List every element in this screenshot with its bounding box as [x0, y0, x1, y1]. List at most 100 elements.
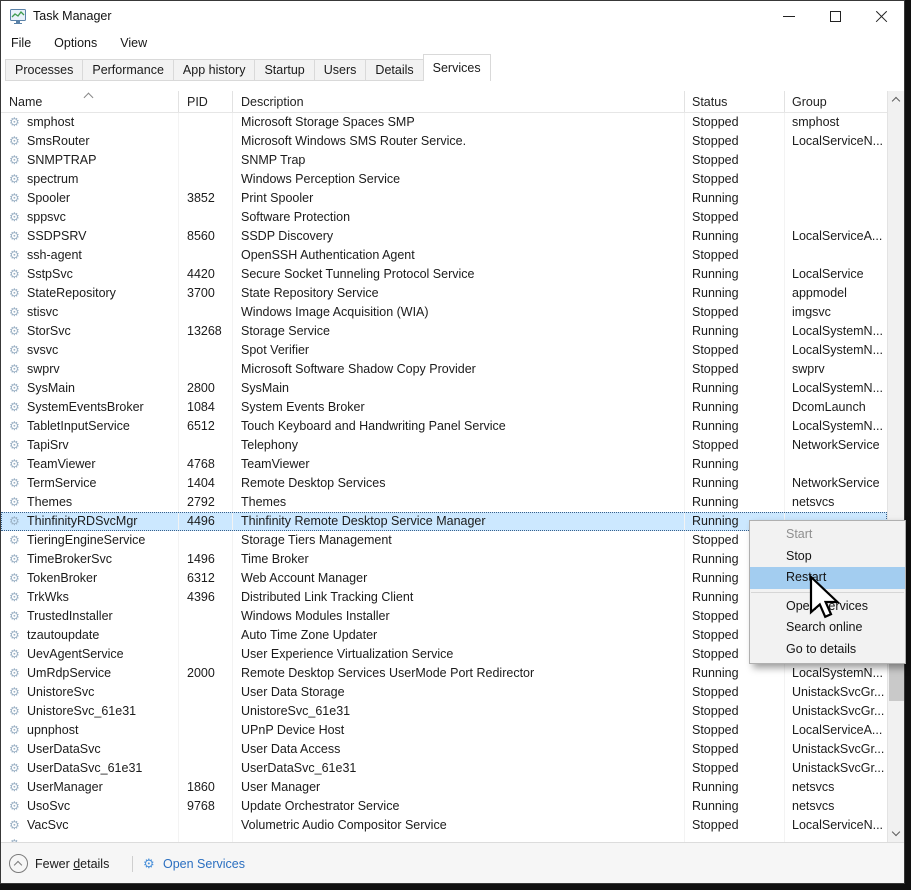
service-row-swprv[interactable]: ⚙swprvMicrosoft Software Shadow Copy Pro…: [1, 360, 887, 379]
service-gear-icon: ⚙: [9, 475, 27, 492]
service-group: netsvcs: [785, 493, 887, 512]
gear-icon: ⚙: [143, 855, 163, 872]
vertical-scrollbar[interactable]: [887, 91, 904, 842]
service-row-sstpsvc[interactable]: ⚙SstpSvc4420Secure Socket Tunneling Prot…: [1, 265, 887, 284]
service-row-userdatasvc-61e31[interactable]: ⚙UserDataSvc_61e31UserDataSvc_61e31Stopp…: [1, 759, 887, 778]
service-row-usermanager[interactable]: ⚙UserManager1860User ManagerRunningnetsv…: [1, 778, 887, 797]
fewer-details-label: Fewer details: [35, 857, 109, 871]
service-description: Web Account Manager: [233, 569, 685, 588]
mouse-cursor: [807, 575, 841, 625]
service-row-staterepository[interactable]: ⚙StateRepository3700State Repository Ser…: [1, 284, 887, 303]
service-description: UPnP Device Host: [233, 721, 685, 740]
service-row-usosvc[interactable]: ⚙UsoSvc9768Update Orchestrator ServiceRu…: [1, 797, 887, 816]
chevron-up-icon: [892, 97, 900, 105]
service-row-smphost[interactable]: ⚙smphostMicrosoft Storage Spaces SMPStop…: [1, 113, 887, 132]
column-header-description[interactable]: Description: [233, 91, 685, 112]
tab-details[interactable]: Details: [365, 59, 423, 81]
service-group: [785, 189, 887, 208]
service-name-cell: ⚙ThinfinityRDSvcMgr: [1, 512, 179, 531]
service-group: [785, 455, 887, 474]
service-group: UnistackSvcGr...: [785, 702, 887, 721]
service-row-ssdpsrv[interactable]: ⚙SSDPSRV8560SSDP DiscoveryRunningLocalSe…: [1, 227, 887, 246]
service-row-spectrum[interactable]: ⚙spectrumWindows Perception ServiceStopp…: [1, 170, 887, 189]
column-header-group[interactable]: Group: [785, 91, 887, 112]
service-pid: [179, 170, 233, 189]
service-gear-icon: ⚙: [9, 779, 27, 796]
service-name-cell: ⚙spectrum: [1, 170, 179, 189]
service-name: SNMPTRAP: [27, 151, 96, 170]
service-row-upnphost[interactable]: ⚙upnphostUPnP Device HostStoppedLocalSer…: [1, 721, 887, 740]
close-button[interactable]: [858, 1, 904, 32]
fewer-details-button[interactable]: Fewer details: [9, 854, 109, 873]
service-name-cell: ⚙TrkWks: [1, 588, 179, 607]
service-row[interactable]: ⚙: [1, 835, 887, 842]
menu-item-go-to-details[interactable]: Go to details: [750, 639, 905, 661]
service-pid: 2792: [179, 493, 233, 512]
service-description: State Repository Service: [233, 284, 685, 303]
service-row-tabletinputservice[interactable]: ⚙TabletInputService6512Touch Keyboard an…: [1, 417, 887, 436]
scroll-up-button[interactable]: [888, 91, 905, 108]
service-row-snmptrap[interactable]: ⚙SNMPTRAPSNMP TrapStopped: [1, 151, 887, 170]
service-status: Stopped: [685, 208, 785, 227]
service-row-teamviewer[interactable]: ⚙TeamViewer4768TeamViewerRunning: [1, 455, 887, 474]
menu-view[interactable]: View: [120, 36, 147, 50]
scroll-down-button[interactable]: [888, 825, 905, 842]
service-row-ssh-agent[interactable]: ⚙ssh-agentOpenSSH Authentication AgentSt…: [1, 246, 887, 265]
service-group: LocalSystemN...: [785, 322, 887, 341]
tab-users[interactable]: Users: [314, 59, 367, 81]
service-row-systemeventsbroker[interactable]: ⚙SystemEventsBroker1084System Events Bro…: [1, 398, 887, 417]
service-row-userdatasvc[interactable]: ⚙UserDataSvcUser Data AccessStoppedUnist…: [1, 740, 887, 759]
service-row-sysmain[interactable]: ⚙SysMain2800SysMainRunningLocalSystemN..…: [1, 379, 887, 398]
service-description: Volumetric Audio Compositor Service: [233, 816, 685, 835]
service-row-termservice[interactable]: ⚙TermService1404Remote Desktop ServicesR…: [1, 474, 887, 493]
service-row-themes[interactable]: ⚙Themes2792ThemesRunningnetsvcs: [1, 493, 887, 512]
menu-bar: File Options View: [1, 32, 904, 53]
service-row-storsvc[interactable]: ⚙StorSvc13268Storage ServiceRunningLocal…: [1, 322, 887, 341]
service-group: UnistackSvcGr...: [785, 740, 887, 759]
service-name: Themes: [27, 493, 72, 512]
column-header-status[interactable]: Status: [685, 91, 785, 112]
tab-services[interactable]: Services: [423, 54, 491, 81]
service-group: imgsvc: [785, 303, 887, 322]
service-pid: 9768: [179, 797, 233, 816]
service-row-unistoresvc-61e31[interactable]: ⚙UnistoreSvc_61e31UnistoreSvc_61e31Stopp…: [1, 702, 887, 721]
service-name: TimeBrokerSvc: [27, 550, 112, 569]
tab-processes[interactable]: Processes: [5, 59, 83, 81]
service-description: SysMain: [233, 379, 685, 398]
service-pid: 2800: [179, 379, 233, 398]
column-header-name[interactable]: Name: [1, 91, 179, 112]
menu-options[interactable]: Options: [54, 36, 97, 50]
service-row-vacsvc[interactable]: ⚙VacSvcVolumetric Audio Compositor Servi…: [1, 816, 887, 835]
tab-app-history[interactable]: App history: [173, 59, 256, 81]
service-pid: [179, 341, 233, 360]
service-row-sppsvc[interactable]: ⚙sppsvcSoftware ProtectionStopped: [1, 208, 887, 227]
service-row-spooler[interactable]: ⚙Spooler3852Print SpoolerRunning: [1, 189, 887, 208]
tab-startup[interactable]: Startup: [254, 59, 314, 81]
service-gear-icon: ⚙: [9, 703, 27, 720]
service-status: Stopped: [685, 303, 785, 322]
maximize-button[interactable]: [812, 1, 858, 32]
service-row-unistoresvc[interactable]: ⚙UnistoreSvcUser Data StorageStoppedUnis…: [1, 683, 887, 702]
service-status: Running: [685, 455, 785, 474]
service-row-umrdpservice[interactable]: ⚙UmRdpService2000Remote Desktop Services…: [1, 664, 887, 683]
sort-ascending-icon: [84, 93, 94, 103]
service-group: LocalSystemN...: [785, 341, 887, 360]
menu-file[interactable]: File: [11, 36, 31, 50]
service-pid: 2000: [179, 664, 233, 683]
service-pid: [179, 531, 233, 550]
service-row-smsrouter[interactable]: ⚙SmsRouterMicrosoft Windows SMS Router S…: [1, 132, 887, 151]
service-row-svsvc[interactable]: ⚙svsvcSpot VerifierStoppedLocalSystemN..…: [1, 341, 887, 360]
service-gear-icon: ⚙: [9, 722, 27, 739]
service-pid: 3700: [179, 284, 233, 303]
column-header-pid[interactable]: PID: [179, 91, 233, 112]
chevron-down-icon: [892, 828, 900, 836]
open-services-link[interactable]: ⚙ Open Services: [143, 855, 245, 872]
service-row-stisvc[interactable]: ⚙stisvcWindows Image Acquisition (WIA)St…: [1, 303, 887, 322]
table-header: Name PID Description Status Group: [1, 91, 887, 113]
service-description: Time Broker: [233, 550, 685, 569]
minimize-button[interactable]: [766, 1, 812, 32]
service-status: Stopped: [685, 132, 785, 151]
menu-item-stop[interactable]: Stop: [750, 546, 905, 568]
service-row-tapisrv[interactable]: ⚙TapiSrvTelephonyStoppedNetworkService: [1, 436, 887, 455]
tab-performance[interactable]: Performance: [82, 59, 174, 81]
